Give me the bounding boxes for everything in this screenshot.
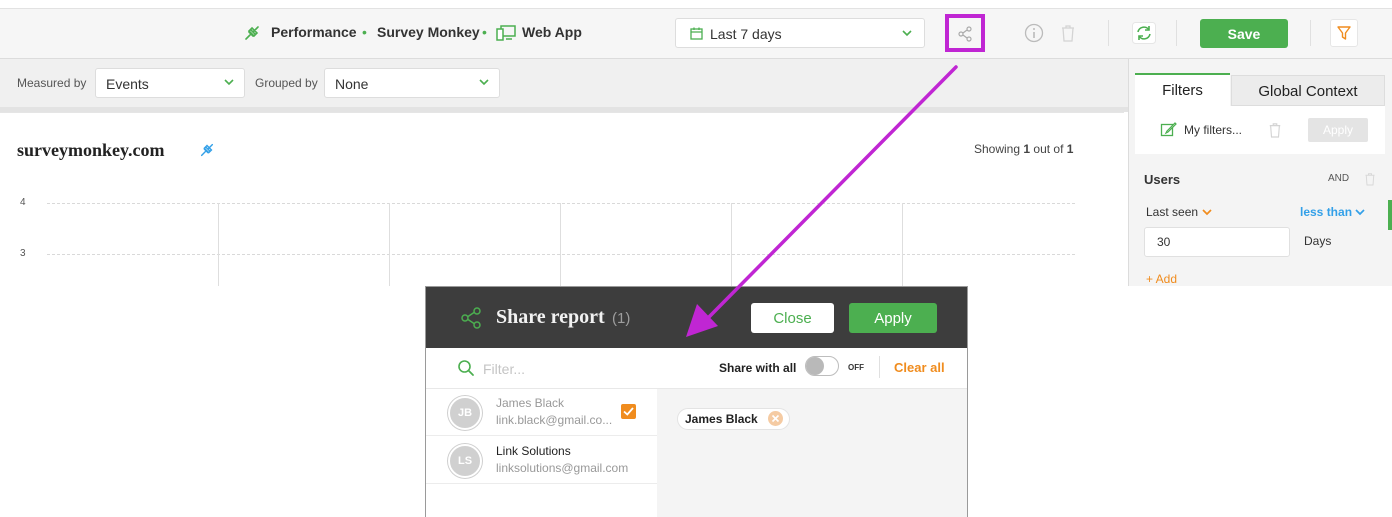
share-count: (1) bbox=[612, 310, 631, 327]
measured-by-select[interactable]: Events bbox=[95, 68, 245, 98]
breadcrumb-app[interactable]: Web App bbox=[522, 24, 582, 40]
toggle-knob bbox=[806, 357, 824, 375]
date-range-select[interactable]: Last 7 days bbox=[675, 18, 925, 48]
toggle-state: OFF bbox=[848, 363, 864, 372]
breadcrumb-separator: • bbox=[362, 24, 367, 40]
clear-all-link[interactable]: Clear all bbox=[894, 360, 945, 375]
add-condition-link[interactable]: + Add bbox=[1146, 272, 1177, 286]
y-tick-label: 4 bbox=[20, 197, 26, 208]
report-panel bbox=[0, 112, 1124, 287]
grid-line bbox=[560, 203, 561, 286]
grouped-by-select[interactable]: None bbox=[324, 68, 500, 98]
checkmark-icon bbox=[623, 407, 634, 416]
chevron-down-icon bbox=[1355, 208, 1365, 216]
filter-toggle-button[interactable] bbox=[1330, 19, 1358, 47]
chevron-down-icon bbox=[479, 78, 489, 86]
measured-by-value: Events bbox=[106, 76, 149, 92]
toolbar-divider bbox=[879, 356, 880, 378]
condition-unit: Days bbox=[1304, 234, 1332, 248]
chevron-down-icon bbox=[224, 78, 234, 86]
calendar-icon bbox=[690, 27, 703, 40]
condition-value-input[interactable]: 30 bbox=[1144, 227, 1290, 257]
chevron-down-icon bbox=[1202, 208, 1212, 216]
share-button[interactable] bbox=[945, 14, 985, 52]
grid-line bbox=[47, 203, 1075, 204]
chevron-down-icon bbox=[902, 29, 912, 37]
close-icon bbox=[771, 414, 780, 423]
tab-filters[interactable]: Filters bbox=[1135, 73, 1230, 106]
refresh-icon[interactable] bbox=[1132, 22, 1156, 44]
monitor-icon bbox=[495, 24, 517, 42]
user-filter-input[interactable] bbox=[481, 358, 685, 380]
share-icon bbox=[957, 26, 973, 42]
share-with-all-label: Share with all bbox=[719, 361, 797, 375]
grouped-by-value: None bbox=[335, 76, 369, 92]
toolbar-divider bbox=[1176, 20, 1177, 46]
search-icon bbox=[457, 359, 475, 377]
showing-current: 1 bbox=[1023, 142, 1031, 156]
plug-icon bbox=[243, 24, 261, 42]
breadcrumb-separator: • bbox=[482, 24, 487, 40]
breadcrumb-account[interactable]: Survey Monkey bbox=[377, 24, 480, 40]
grid-line bbox=[218, 203, 219, 286]
logic-operator[interactable]: AND bbox=[1328, 173, 1349, 184]
grid-line bbox=[389, 203, 390, 286]
grid-line bbox=[47, 254, 1075, 255]
chip-label: James Black bbox=[685, 412, 758, 426]
avatar: LS bbox=[448, 444, 482, 478]
user-name: James Black bbox=[496, 396, 565, 410]
showing-prefix: Showing bbox=[974, 142, 1021, 156]
measured-by-label: Measured by bbox=[17, 76, 87, 90]
condition-field-select[interactable]: Last seen bbox=[1146, 205, 1198, 219]
trash-icon[interactable] bbox=[1268, 122, 1282, 138]
trash-icon[interactable] bbox=[1060, 24, 1076, 42]
apply-filters-button[interactable]: Apply bbox=[1308, 118, 1368, 142]
condition-operator-select[interactable]: less than bbox=[1300, 205, 1352, 219]
top-strip bbox=[0, 0, 1392, 9]
panel-edge-indicator bbox=[1388, 200, 1392, 230]
user-checkbox[interactable] bbox=[621, 404, 636, 419]
filter-group-title: Users bbox=[1144, 172, 1181, 187]
row-divider bbox=[426, 483, 657, 484]
showing-total: 1 bbox=[1066, 142, 1074, 156]
close-button[interactable]: Close bbox=[751, 303, 834, 333]
apply-button[interactable]: Apply bbox=[849, 303, 937, 333]
report-title: surveymonkey.com bbox=[17, 140, 165, 160]
user-email: linksolutions@gmail.com bbox=[496, 461, 629, 475]
share-dialog-title: Share report bbox=[496, 306, 605, 328]
user-name: Link Solutions bbox=[496, 444, 571, 458]
showing-count: Showing 1 out of 1 bbox=[974, 142, 1073, 156]
save-button[interactable]: Save bbox=[1200, 19, 1288, 48]
grouped-by-label: Grouped by bbox=[255, 76, 318, 90]
toolbar-divider bbox=[1108, 20, 1109, 46]
my-filters-link[interactable]: My filters... bbox=[1184, 123, 1242, 137]
date-range-value: Last 7 days bbox=[710, 26, 782, 42]
breadcrumb-project[interactable]: Performance bbox=[271, 24, 357, 40]
showing-mid: out of bbox=[1033, 142, 1064, 156]
toolbar-divider bbox=[1310, 20, 1311, 46]
grid-line bbox=[731, 203, 732, 286]
remove-chip-button[interactable] bbox=[768, 411, 783, 426]
user-email: link.black@gmail.co... bbox=[496, 413, 613, 427]
edit-icon bbox=[1160, 121, 1177, 138]
share-icon bbox=[460, 307, 482, 329]
info-icon[interactable] bbox=[1024, 23, 1044, 43]
tab-global-context[interactable]: Global Context bbox=[1231, 75, 1385, 106]
grid-line bbox=[902, 203, 903, 286]
plug-icon bbox=[199, 142, 215, 158]
avatar: JB bbox=[448, 396, 482, 430]
funnel-icon bbox=[1337, 26, 1351, 40]
y-tick-label: 3 bbox=[20, 248, 26, 259]
trash-icon[interactable] bbox=[1364, 172, 1376, 186]
